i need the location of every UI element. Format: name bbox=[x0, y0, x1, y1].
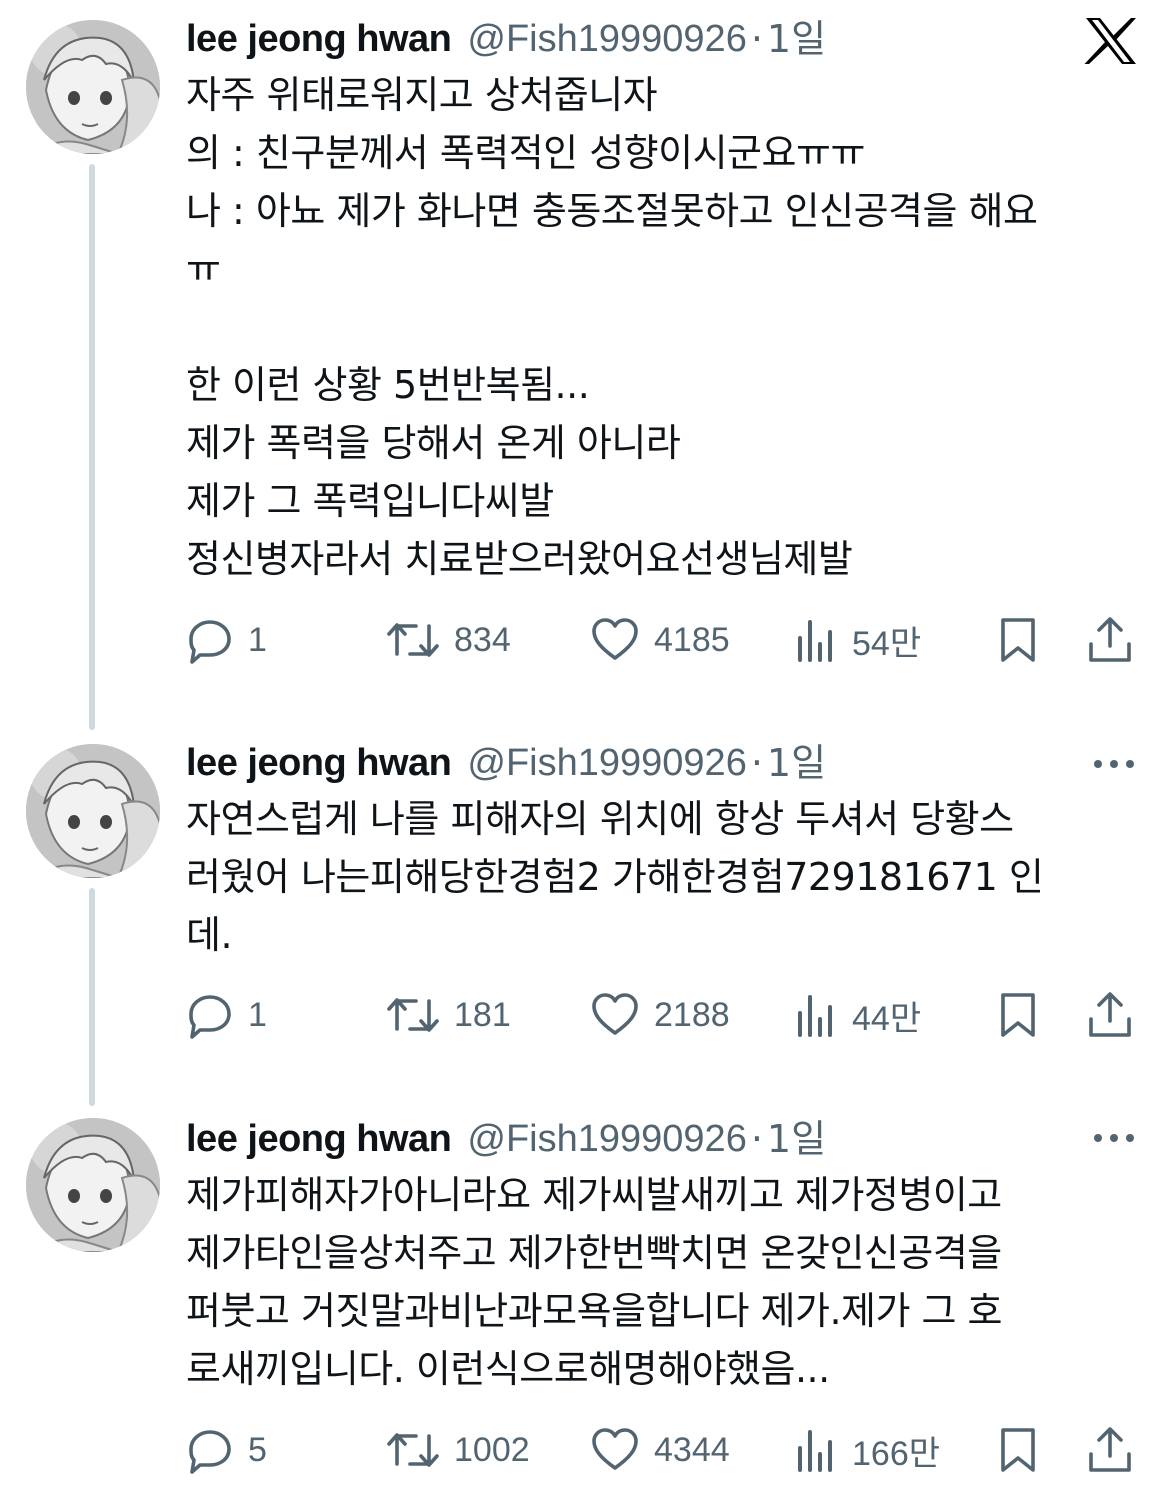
bookmark-icon bbox=[998, 991, 1038, 1039]
like-button[interactable]: 2188 bbox=[590, 985, 730, 1045]
bookmark-icon bbox=[998, 1426, 1038, 1474]
share-icon bbox=[1086, 1426, 1134, 1474]
timestamp[interactable]: 1일 bbox=[767, 740, 826, 786]
views-icon bbox=[794, 991, 838, 1039]
reply-button[interactable]: 5 bbox=[186, 1420, 267, 1480]
retweet-button[interactable]: 834 bbox=[386, 610, 511, 670]
heart-icon bbox=[590, 991, 640, 1039]
reply-count: 1 bbox=[248, 620, 267, 659]
tweet[interactable]: lee jeong hwan @Fish19990926 · 1일 자연스럽게 … bbox=[0, 724, 1170, 1080]
avatar[interactable] bbox=[26, 20, 160, 154]
retweet-count: 834 bbox=[454, 620, 511, 659]
tweet-header: lee jeong hwan @Fish19990926 · 1일 bbox=[186, 16, 826, 62]
tweet-header: lee jeong hwan @Fish19990926 · 1일 bbox=[186, 740, 826, 786]
action-bar: 5 1002 4344 166만 bbox=[186, 1420, 1142, 1480]
author-name[interactable]: lee jeong hwan bbox=[186, 16, 452, 62]
like-button[interactable]: 4185 bbox=[590, 610, 730, 670]
like-count: 4344 bbox=[654, 1430, 730, 1469]
timestamp[interactable]: 1일 bbox=[767, 1116, 826, 1162]
tweet-text: 자주 위태로워지고 상처줍니자 의 : 친구분께서 폭력적인 성향이시군요ㅠㅠ … bbox=[186, 73, 1038, 581]
author-handle[interactable]: @Fish19990926 bbox=[467, 16, 746, 62]
retweet-count: 181 bbox=[454, 995, 511, 1034]
views-button[interactable]: 166만 bbox=[794, 1420, 940, 1480]
reply-count: 1 bbox=[248, 995, 267, 1034]
share-button[interactable] bbox=[1086, 610, 1134, 670]
reply-count: 5 bbox=[248, 1430, 267, 1469]
reply-icon bbox=[186, 1426, 234, 1474]
retweet-icon bbox=[386, 1426, 440, 1474]
author-name[interactable]: lee jeong hwan bbox=[186, 1116, 452, 1162]
retweet-icon bbox=[386, 616, 440, 664]
share-button[interactable] bbox=[1086, 1420, 1134, 1480]
tweet-text: 자연스럽게 나를 피해자의 위치에 항상 두셔서 당황스 러웠어 나는피해당한경… bbox=[186, 797, 1044, 957]
retweet-icon bbox=[386, 991, 440, 1039]
reply-icon bbox=[186, 616, 234, 664]
author-handle[interactable]: @Fish19990926 bbox=[467, 1116, 746, 1162]
retweet-button[interactable]: 181 bbox=[386, 985, 511, 1045]
like-button[interactable]: 4344 bbox=[590, 1420, 730, 1480]
action-bar: 1 834 4185 54만 bbox=[186, 610, 1142, 670]
bookmark-button[interactable] bbox=[998, 610, 1038, 670]
retweet-button[interactable]: 1002 bbox=[386, 1420, 530, 1480]
like-count: 4185 bbox=[654, 620, 730, 659]
views-button[interactable]: 44만 bbox=[794, 985, 921, 1045]
reply-icon bbox=[186, 991, 234, 1039]
views-icon bbox=[794, 616, 838, 664]
action-bar: 1 181 2188 44만 bbox=[186, 985, 1142, 1045]
tweet[interactable]: lee jeong hwan @Fish19990926 · 1일 자주 위태로… bbox=[0, 0, 1170, 700]
more-icon[interactable] bbox=[1090, 754, 1138, 774]
views-count: 44만 bbox=[852, 999, 922, 1038]
heart-icon bbox=[590, 616, 640, 664]
heart-icon bbox=[590, 1426, 640, 1474]
timestamp[interactable]: 1일 bbox=[767, 16, 826, 62]
reply-button[interactable]: 1 bbox=[186, 985, 267, 1045]
share-button[interactable] bbox=[1086, 985, 1134, 1045]
views-count: 54만 bbox=[852, 624, 922, 663]
share-icon bbox=[1086, 991, 1134, 1039]
views-count: 166만 bbox=[852, 1434, 941, 1473]
like-count: 2188 bbox=[654, 995, 730, 1034]
bookmark-icon bbox=[998, 616, 1038, 664]
reply-button[interactable]: 1 bbox=[186, 610, 267, 670]
bookmark-button[interactable] bbox=[998, 985, 1038, 1045]
tweet-text: 제가피해자가아니라요 제가씨발새끼고 제가정병이고 제가타인을상처주고 제가한번… bbox=[186, 1173, 1003, 1391]
bookmark-button[interactable] bbox=[998, 1420, 1038, 1480]
separator-dot: · bbox=[750, 1117, 763, 1161]
author-name[interactable]: lee jeong hwan bbox=[186, 740, 452, 786]
retweet-count: 1002 bbox=[454, 1430, 530, 1469]
author-handle[interactable]: @Fish19990926 bbox=[467, 740, 746, 786]
views-button[interactable]: 54만 bbox=[794, 610, 921, 670]
share-icon bbox=[1086, 616, 1134, 664]
separator-dot: · bbox=[750, 17, 763, 61]
avatar[interactable] bbox=[26, 1118, 160, 1252]
views-icon bbox=[794, 1426, 838, 1474]
tweet-header: lee jeong hwan @Fish19990926 · 1일 bbox=[186, 1116, 826, 1162]
separator-dot: · bbox=[750, 741, 763, 785]
more-icon[interactable] bbox=[1090, 1128, 1138, 1148]
tweet[interactable]: lee jeong hwan @Fish19990926 · 1일 제가피해자가… bbox=[0, 1100, 1170, 1507]
avatar[interactable] bbox=[26, 744, 160, 878]
